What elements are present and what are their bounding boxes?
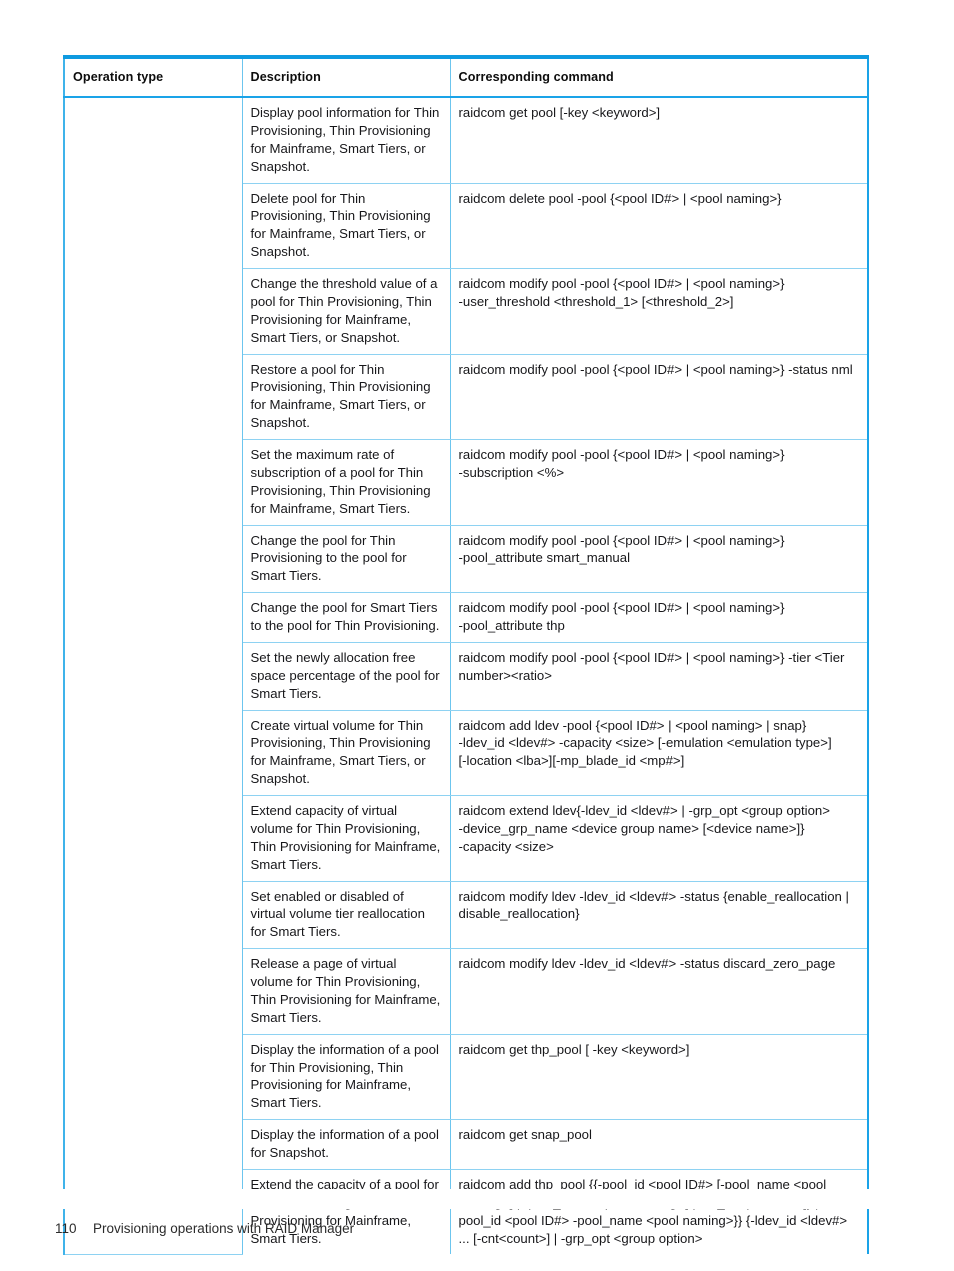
column-header-corresponding-command: Corresponding command (449, 55, 869, 98)
document-page: Operation type Description Corresponding… (0, 0, 954, 1271)
cell-description: Change the pool for Smart Tiers to the p… (241, 592, 451, 643)
cell-description: Display pool information for Thin Provis… (241, 97, 451, 184)
cell-description: Release a page of virtual volume for Thi… (241, 948, 451, 1035)
cell-command: raidcom modify pool -pool {<pool ID#> | … (449, 525, 869, 594)
column-header-operation-type: Operation type (63, 55, 243, 98)
column-header-description: Description (241, 55, 451, 98)
cell-description: Delete pool for Thin Provisioning, Thin … (241, 183, 451, 269)
cell-description: Extend the capacity of a pool for Thin P… (241, 1169, 451, 1255)
cell-description: Change the pool for Thin Provisioning to… (241, 525, 451, 594)
cell-command: raidcom get thp_pool [ -key <keyword>] (449, 1034, 869, 1121)
cell-description: Set the newly allocation free space perc… (241, 642, 451, 711)
operations-table: Operation type Description Corresponding… (63, 55, 869, 1255)
operations-table-container: Operation type Description Corresponding… (63, 55, 869, 1255)
cell-command: raidcom modify pool -pool {<pool ID#> | … (449, 642, 869, 711)
cell-description: Change the threshold value of a pool for… (241, 268, 451, 355)
cell-command: raidcom modify pool -pool {<pool ID#> | … (449, 354, 869, 440)
cell-command: raidcom get pool [-key <keyword>] (449, 97, 869, 184)
cell-command: raidcom modify pool -pool {<pool ID#> | … (449, 592, 869, 643)
cell-description: Set enabled or disabled of virtual volum… (241, 881, 451, 950)
table-header: Operation type Description Corresponding… (63, 55, 869, 98)
cell-command: raidcom get snap_pool (449, 1119, 869, 1170)
cell-description: Display the information of a pool for Sn… (241, 1119, 451, 1170)
footer-page-number: 110 (55, 1221, 77, 1236)
cell-command: raidcom extend ldev{-ldev_id <ldev#> | -… (449, 795, 869, 882)
cell-description: Extend capacity of virtual volume for Th… (241, 795, 451, 882)
table-body: Display pool information for Thin Provis… (63, 97, 869, 1255)
cell-description: Set the maximum rate of subscription of … (241, 439, 451, 526)
cell-description: Create virtual volume for Thin Provision… (241, 710, 451, 796)
cell-command: raidcom add ldev -pool {<pool ID#> | <po… (449, 710, 869, 796)
cell-command: raidcom delete pool -pool {<pool ID#> | … (449, 183, 869, 269)
cell-command: raidcom modify ldev -ldev_id <ldev#> -st… (449, 948, 869, 1035)
cell-description: Display the information of a pool for Th… (241, 1034, 451, 1121)
table-row: Change the pool for Thin Provisioning to… (63, 525, 869, 1255)
page-bottom-clip (0, 1189, 954, 1209)
page-footer: 110 Provisioning operations with RAID Ma… (55, 1221, 354, 1236)
table-row: Display pool information for Thin Provis… (63, 97, 869, 525)
cell-operation-type (63, 97, 243, 525)
table-header-row: Operation type Description Corresponding… (63, 55, 869, 98)
cell-command: raidcom modify pool -pool {<pool ID#> | … (449, 268, 869, 355)
footer-title: Provisioning operations with RAID Manage… (93, 1221, 355, 1236)
cell-command: raidcom modify ldev -ldev_id <ldev#> -st… (449, 881, 869, 950)
cell-command: raidcom add thp_pool {{-pool_id <pool ID… (449, 1169, 869, 1255)
cell-operation-type (63, 525, 243, 1255)
cell-command: raidcom modify pool -pool {<pool ID#> | … (449, 439, 869, 526)
cell-description: Restore a pool for Thin Provisioning, Th… (241, 354, 451, 440)
